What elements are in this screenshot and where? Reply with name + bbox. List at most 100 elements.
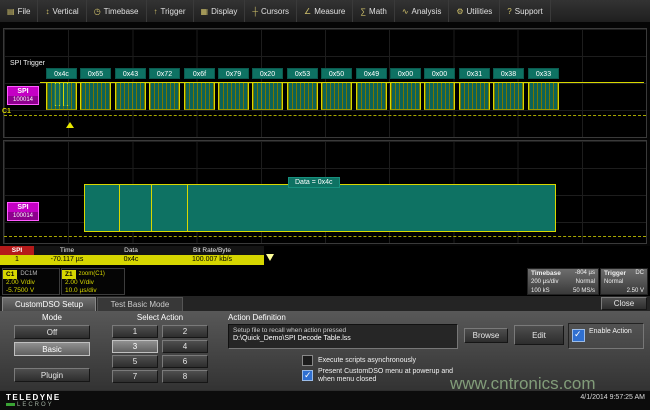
c1-offset: -5.7500 V [3,287,59,295]
spi-decode-byte: 0x4c [46,68,77,79]
tab-test-basic-mode[interactable]: Test Basic Mode [97,297,183,311]
spi-decode-byte: 0x43 [115,68,146,79]
vertical-icon: ↕ [45,7,49,16]
spi-decode-table: SPI Time Data Bit Rate/Byte 1 -70.117 µs… [0,246,264,265]
action-button-3[interactable]: 3 [112,340,158,353]
enable-action-checkbox[interactable] [572,329,585,342]
spi-decode-byte: 0x50 [321,68,352,79]
spi-decode-byte: 0x49 [356,68,387,79]
mode-basic-button[interactable]: Basic [14,342,90,356]
menu-label-timebase: Timebase [104,7,139,16]
close-button[interactable]: Close [601,297,647,310]
menu-label-display: Display [211,7,237,16]
menu-item-utilities[interactable]: ⚙Utilities [449,0,500,22]
spi-decode-badge-zoom[interactable]: SPI 100014 [7,202,39,221]
decode-source-label: SPI [0,246,34,255]
timebase-delay: -804 µs [575,269,595,278]
mode-section-title: Mode [0,313,104,322]
zoom-baseline [4,236,646,237]
menu-label-trigger: Trigger [161,7,186,16]
menu-label-analysis: Analysis [412,7,442,16]
menu-label-cursors: Cursors [261,7,289,16]
spi-badge-title: SPI [8,203,38,212]
menu-label-measure: Measure [314,7,345,16]
spi-decode-byte: 0x53 [287,68,318,79]
present-menu-checkbox[interactable] [302,370,313,381]
z1-vdiv: 2.00 V/div [62,279,124,287]
spi-burst-segment [184,83,215,110]
menu-item-math[interactable]: ∑Math [353,0,395,22]
spi-burst-segment [321,83,352,110]
menu-label-math: Math [369,7,387,16]
spi-decode-byte: 0x65 [80,68,111,79]
file-icon: ▤ [7,7,15,16]
menu-item-vertical[interactable]: ↕Vertical [38,0,86,22]
brand-teledyne: TELEDYNE [6,393,61,402]
analysis-icon: ∿ [402,7,409,16]
spi-badge-title: SPI [8,87,38,96]
spi-decode-badge[interactable]: SPI 100014 [7,86,39,105]
timebase-mode: Normal [576,278,595,287]
timebase-descriptor[interactable]: Timebase-804 µs 200 µs/divNormal 100 kS5… [527,268,599,295]
row-data: 0x4c [100,255,162,265]
browse-button[interactable]: Browse [464,328,508,343]
utilities-icon: ⚙ [456,7,463,16]
edit-button[interactable]: Edit [514,325,564,345]
row-index: 1 [0,255,34,265]
action-button-6[interactable]: 6 [162,355,208,368]
spi-decode-byte: 0x38 [493,68,524,79]
row-rate: 100.007 kb/s [162,255,262,265]
setup-file-field[interactable]: Setup file to recall when action pressed… [228,324,458,349]
menu-item-cursors[interactable]: ┼Cursors [245,0,297,22]
menu-item-support[interactable]: ?Support [500,0,550,22]
watermark-text: www.cntronics.com [450,374,595,394]
decode-table-row[interactable]: 1 -70.117 µs 0x4c 100.007 kb/s [0,255,264,265]
chip-select-level-line [4,115,646,116]
menu-item-file[interactable]: ▤File [0,0,38,22]
math-icon: ∑ [360,7,366,16]
zoom-descriptor-z1[interactable]: Z1 zoom(C1) 2.00 V/div 10.0 µs/div [61,268,125,295]
menu-label-file: File [18,7,31,16]
trigger-descriptor[interactable]: TriggerDC Normal 2.50 V [600,268,648,295]
mode-plugin-button[interactable]: Plugin [14,368,90,382]
col-data: Data [100,246,162,255]
spi-burst-segment [459,83,490,110]
z1-tdiv: 10.0 µs/div [62,287,124,295]
timebase-title: Timebase [531,269,561,278]
display-icon: ▦ [201,7,209,16]
channel-descriptor-c1[interactable]: C1 DC1M 2.00 V/div -5.7500 V [2,268,60,295]
c1-vdiv: 2.00 V/div [3,279,59,287]
trigger-coupling: DC [635,269,644,278]
enable-action-group: Enable Action [568,323,644,349]
cursors-icon: ┼ [252,7,258,16]
spi-burst-segment [80,83,111,110]
action-button-2[interactable]: 2 [162,325,208,338]
action-button-8[interactable]: 8 [162,370,208,383]
bit-transition-line [187,185,188,231]
menu-item-trigger[interactable]: ↑Trigger [147,0,194,22]
action-button-1[interactable]: 1 [112,325,158,338]
spi-decode-byte: 0x00 [390,68,421,79]
spi-decode-byte: 0x6f [184,68,215,79]
zoom-decode-block [84,184,556,232]
spi-decode-byte: 0x72 [149,68,180,79]
menu-item-analysis[interactable]: ∿Analysis [395,0,450,22]
action-button-5[interactable]: 5 [112,355,158,368]
action-button-7[interactable]: 7 [112,370,158,383]
spi-decode-byte: 0x33 [528,68,559,79]
menu-item-measure[interactable]: ∠Measure [297,0,353,22]
menu-label-vertical: Vertical [52,7,78,16]
spi-trigger-label: SPI Trigger [10,60,45,67]
timebase-samples: 100 kS [531,287,550,295]
spi-burst-segment [218,83,249,110]
setup-file-hint: Setup file to recall when action pressed [229,325,457,334]
menu-item-display[interactable]: ▦Display [194,0,246,22]
mode-off-button[interactable]: Off [14,325,90,339]
spi-burst-segment [390,83,421,110]
action-button-4[interactable]: 4 [162,340,208,353]
present-menu-label: Present CustomDSO menu at powerup and wh… [318,368,468,384]
menu-item-timebase[interactable]: ◷Timebase [87,0,147,22]
tab-customdso-setup[interactable]: CustomDSO Setup [2,297,96,311]
c1-coupling: DC1M [20,271,37,277]
execute-async-checkbox[interactable] [302,355,313,366]
